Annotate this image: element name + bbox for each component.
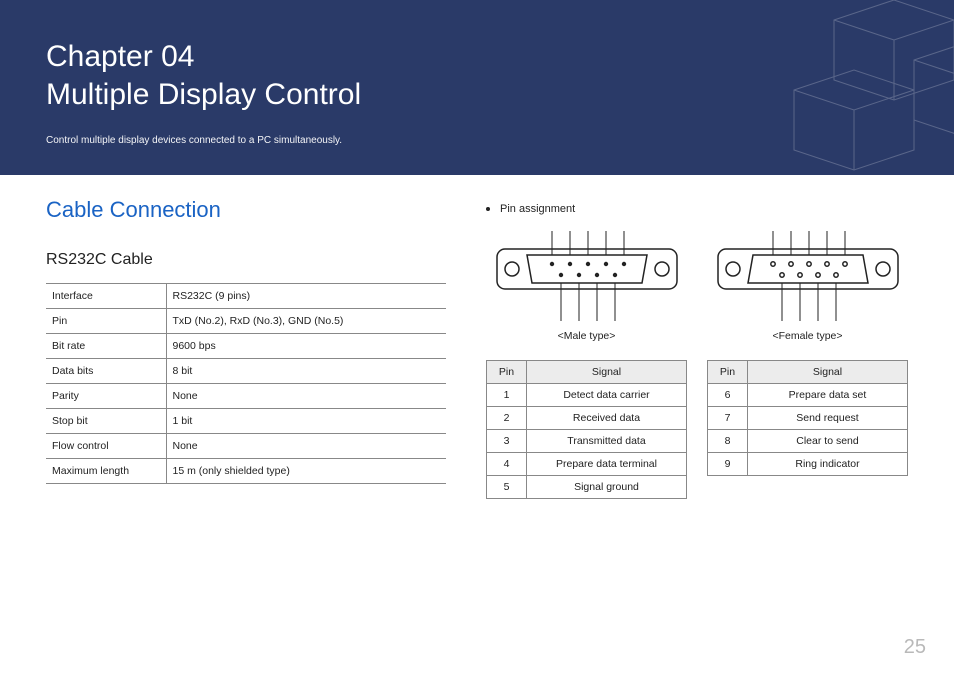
pin-number: 2 (487, 407, 527, 430)
signal-header: Signal (748, 361, 908, 384)
table-row: Flow controlNone (46, 434, 446, 459)
table-row: 9Ring indicator (708, 453, 908, 476)
spec-value: 1 bit (166, 409, 446, 434)
pin-signal: Signal ground (527, 476, 687, 499)
spec-key: Parity (46, 384, 166, 409)
pin-assignment-label: Pin assignment (500, 203, 575, 215)
spec-value: 9600 bps (166, 334, 446, 359)
spec-value: RS232C (9 pins) (166, 284, 446, 309)
pin-signal: Send request (748, 407, 908, 430)
spec-value: None (166, 434, 446, 459)
cable-heading: RS232C Cable (46, 251, 446, 269)
pin-number: 7 (708, 407, 748, 430)
table-row: 1Detect data carrier (487, 384, 687, 407)
pin-signal: Received data (527, 407, 687, 430)
page-number: 25 (904, 636, 926, 659)
spec-table: InterfaceRS232C (9 pins)PinTxD (No.2), R… (46, 283, 446, 484)
pin-number: 9 (708, 453, 748, 476)
chapter-title: Multiple Display Control (46, 76, 908, 114)
table-row: InterfaceRS232C (9 pins) (46, 284, 446, 309)
pin-signal: Prepare data terminal (527, 453, 687, 476)
pin-number: 1 (487, 384, 527, 407)
pin-signal: Prepare data set (748, 384, 908, 407)
bullet-icon (486, 207, 490, 211)
pin-assignment-heading: Pin assignment (486, 203, 908, 215)
spec-key: Flow control (46, 434, 166, 459)
spec-value: 8 bit (166, 359, 446, 384)
table-row: 7Send request (708, 407, 908, 430)
spec-value: TxD (No.2), RxD (No.3), GND (No.5) (166, 309, 446, 334)
table-row: 6Prepare data set (708, 384, 908, 407)
pin-number: 6 (708, 384, 748, 407)
spec-key: Interface (46, 284, 166, 309)
table-row: ParityNone (46, 384, 446, 409)
spec-key: Data bits (46, 359, 166, 384)
section-heading: Cable Connection (46, 197, 446, 223)
table-row: 3Transmitted data (487, 430, 687, 453)
female-type-label: <Female type> (707, 330, 908, 342)
spec-key: Maximum length (46, 459, 166, 484)
pin-signal: Ring indicator (748, 453, 908, 476)
spec-value: None (166, 384, 446, 409)
table-row: 5Signal ground (487, 476, 687, 499)
spec-key: Stop bit (46, 409, 166, 434)
table-row: Maximum length15 m (only shielded type) (46, 459, 446, 484)
table-row: 4Prepare data terminal (487, 453, 687, 476)
signal-header: Signal (527, 361, 687, 384)
pin-signal: Detect data carrier (527, 384, 687, 407)
pin-signal: Clear to send (748, 430, 908, 453)
chapter-subtitle: Control multiple display devices connect… (46, 135, 908, 146)
chapter-number: Chapter 04 (46, 38, 908, 76)
pin-number: 4 (487, 453, 527, 476)
female-connector-icon (713, 231, 903, 321)
spec-value: 15 m (only shielded type) (166, 459, 446, 484)
spec-key: Bit rate (46, 334, 166, 359)
table-row: 8Clear to send (708, 430, 908, 453)
pin-table-right: Pin Signal 6Prepare data set7Send reques… (707, 360, 908, 476)
pin-table-left: Pin Signal 1Detect data carrier2Received… (486, 360, 687, 499)
table-row: Bit rate9600 bps (46, 334, 446, 359)
pin-header: Pin (487, 361, 527, 384)
male-connector-icon (492, 231, 682, 321)
pin-header: Pin (708, 361, 748, 384)
spec-key: Pin (46, 309, 166, 334)
chapter-banner: Chapter 04 Multiple Display Control Cont… (0, 0, 954, 175)
pin-number: 5 (487, 476, 527, 499)
pin-number: 3 (487, 430, 527, 453)
pin-signal: Transmitted data (527, 430, 687, 453)
table-row: Data bits8 bit (46, 359, 446, 384)
pin-number: 8 (708, 430, 748, 453)
table-row: Stop bit1 bit (46, 409, 446, 434)
table-row: 2Received data (487, 407, 687, 430)
table-row: PinTxD (No.2), RxD (No.3), GND (No.5) (46, 309, 446, 334)
male-type-label: <Male type> (486, 330, 687, 342)
